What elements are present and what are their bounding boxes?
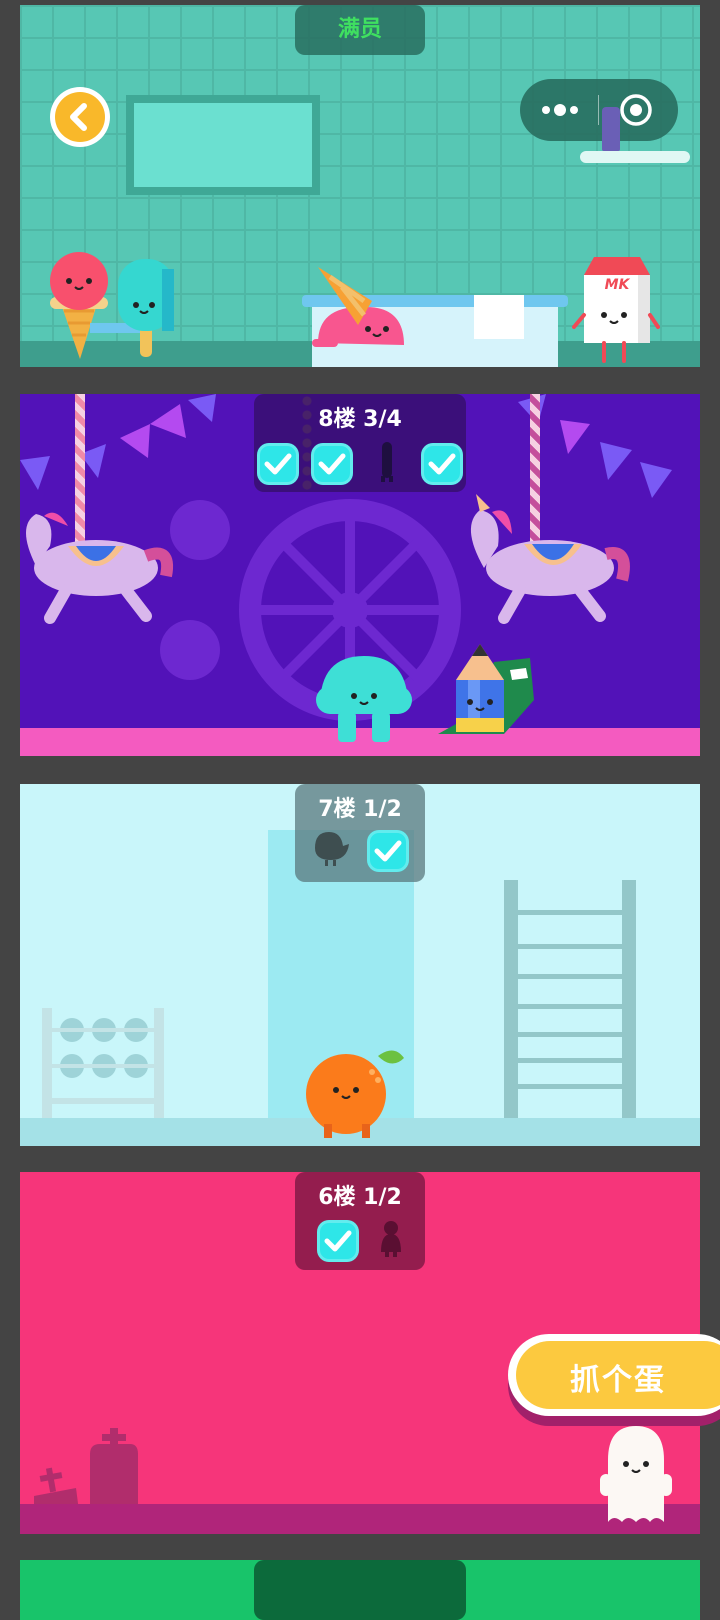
wall-window bbox=[126, 95, 320, 195]
slot-row bbox=[295, 1218, 425, 1264]
floor-status-badge: 满员 bbox=[295, 5, 425, 55]
popsicle-character bbox=[118, 259, 174, 357]
slot-row bbox=[254, 440, 466, 488]
back-button[interactable] bbox=[50, 87, 110, 147]
milk-label: MK bbox=[605, 277, 631, 293]
wall-bars bbox=[504, 880, 636, 1122]
floor-title: 8楼 3/4 bbox=[318, 407, 402, 432]
floor-title: 6楼 1/2 bbox=[318, 1185, 402, 1210]
capsule-divider bbox=[598, 95, 599, 125]
carousel-horse-left bbox=[26, 512, 173, 624]
napkin bbox=[474, 295, 524, 339]
floor-status-badge: 6楼 1/2 bbox=[295, 1172, 425, 1270]
ghost-character bbox=[600, 1426, 672, 1522]
wall-shelf bbox=[580, 151, 690, 163]
milk-carton-character: MK bbox=[572, 257, 660, 363]
slot-row bbox=[295, 830, 425, 872]
mini-program-capsule bbox=[520, 79, 678, 141]
slot-filled-check-icon bbox=[366, 830, 409, 872]
ice-cream-character bbox=[50, 252, 108, 359]
slot-empty-silhouette-icon bbox=[379, 1218, 403, 1264]
catch-egg-button[interactable]: 抓个蛋 bbox=[508, 1334, 720, 1416]
floor-title: 7楼 1/2 bbox=[318, 797, 402, 822]
floor-7-room[interactable]: 7楼 1/2 bbox=[20, 784, 700, 1146]
floor-strip bbox=[20, 1504, 700, 1534]
floor-title: 满员 bbox=[337, 17, 382, 42]
more-dots-icon[interactable] bbox=[538, 97, 582, 123]
slot-filled-check-icon bbox=[420, 443, 463, 485]
catch-egg-button-fill: 抓个蛋 bbox=[516, 1341, 720, 1409]
floor-8-room[interactable]: 8楼 3/4 bbox=[20, 394, 700, 756]
floor-status-badge: 7楼 1/2 bbox=[295, 784, 425, 882]
floor-status-badge: 8楼 3/4 bbox=[254, 394, 466, 492]
shelf-bottle bbox=[602, 107, 620, 151]
slot-empty-silhouette-icon bbox=[311, 830, 350, 872]
slot-filled-check-icon bbox=[311, 443, 354, 485]
target-circle-icon[interactable] bbox=[618, 92, 654, 128]
catch-egg-label: 抓个蛋 bbox=[570, 1363, 666, 1398]
carousel-horse-right bbox=[470, 494, 630, 624]
chevron-left-icon bbox=[55, 92, 105, 142]
slot-empty-silhouette-icon bbox=[375, 440, 399, 488]
dumbbell-rack bbox=[42, 1008, 164, 1126]
floor-9-room[interactable]: 满员 MK bbox=[20, 5, 700, 367]
floor-status-badge bbox=[254, 1560, 466, 1620]
mushroom-character bbox=[316, 656, 412, 742]
slot-filled-check-icon bbox=[317, 1220, 360, 1262]
slot-filled-check-icon bbox=[257, 443, 300, 485]
floor-5-room[interactable] bbox=[20, 1560, 700, 1620]
melted-ice-cream-character bbox=[312, 267, 404, 347]
pencil-character bbox=[438, 644, 534, 734]
orange-character bbox=[306, 1050, 404, 1138]
